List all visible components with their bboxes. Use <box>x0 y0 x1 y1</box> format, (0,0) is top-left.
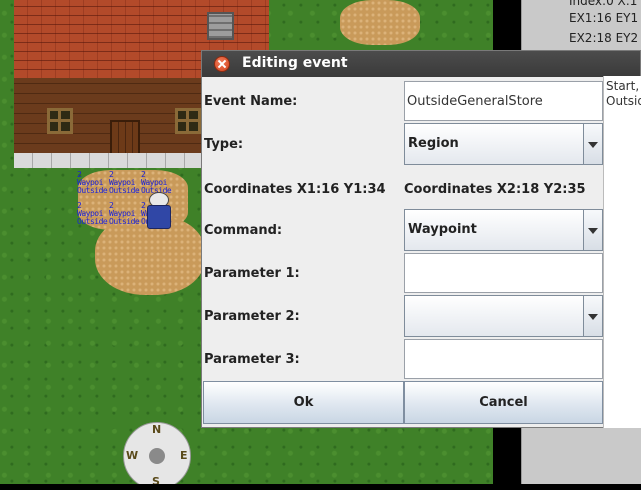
cancel-button[interactable]: Cancel <box>404 381 603 424</box>
type-select[interactable]: Region <box>404 123 603 165</box>
house-window <box>47 108 73 134</box>
coordinates-end: Coordinates X2:18 Y2:35 <box>404 182 586 197</box>
compass-west: W <box>126 449 139 462</box>
editing-event-dialog: Editing event Event Name: OutsideGeneral… <box>201 50 641 428</box>
waypoint-label[interactable]: 2 Waypoi Outside <box>77 171 108 195</box>
waypoint-param: Outside <box>77 217 108 226</box>
chimney <box>207 12 234 40</box>
waypoint-param: Outside <box>109 186 140 195</box>
dialog-titlebar[interactable]: Editing event <box>202 51 640 77</box>
waypoint-label[interactable]: 2 Waypoi Outside <box>77 202 108 226</box>
command-select[interactable]: Waypoint <box>404 209 603 251</box>
event-name-field[interactable]: OutsideGeneralStore <box>404 81 603 121</box>
command-label: Command: <box>204 223 283 238</box>
waypoint-label[interactable]: 2 Waypoi Outside <box>109 171 140 195</box>
event-name-label: Event Name: <box>204 94 298 109</box>
parameter1-label: Parameter 1: <box>204 266 300 281</box>
waypoint-param: Outside <box>77 186 108 195</box>
compass-hub <box>149 448 165 464</box>
event-list-line: Outsid <box>606 94 641 108</box>
parameter2-select[interactable] <box>404 295 603 337</box>
info-ex1: EX1:16 EY1 <box>569 11 639 25</box>
compass-north: N <box>152 423 162 436</box>
character-body <box>147 205 171 229</box>
waypoint-param: Outside <box>109 217 140 226</box>
parameter2-label: Parameter 2: <box>204 309 300 324</box>
event-list-panel[interactable]: Start, Outsid <box>603 76 641 428</box>
type-label: Type: <box>204 137 244 152</box>
chevron-down-icon[interactable] <box>583 296 602 336</box>
parameter3-label: Parameter 3: <box>204 352 300 367</box>
bottom-border <box>0 484 641 490</box>
parameter1-field[interactable] <box>404 253 603 293</box>
event-list-line: Start, <box>606 79 640 93</box>
ok-button[interactable]: Ok <box>203 381 404 424</box>
house-window <box>175 108 201 134</box>
parameter3-field[interactable] <box>404 339 603 379</box>
close-icon[interactable] <box>214 56 230 72</box>
chevron-down-icon[interactable] <box>583 124 602 164</box>
compass-east: E <box>180 449 188 462</box>
coordinates-start: Coordinates X1:16 Y1:34 <box>204 182 386 197</box>
command-selected-value: Waypoint <box>408 222 477 237</box>
dirt-path <box>340 0 420 45</box>
compass-icon: N E S W <box>123 422 191 490</box>
type-selected-value: Region <box>408 136 459 151</box>
waypoint-label[interactable]: 2 Waypoi Outside <box>109 202 140 226</box>
dialog-title: Editing event <box>242 55 348 71</box>
info-index: Index:0 X:1 <box>569 0 638 8</box>
chevron-down-icon[interactable] <box>583 210 602 250</box>
info-ex2: EX2:18 EY2 <box>569 31 639 45</box>
player-character <box>143 192 173 230</box>
